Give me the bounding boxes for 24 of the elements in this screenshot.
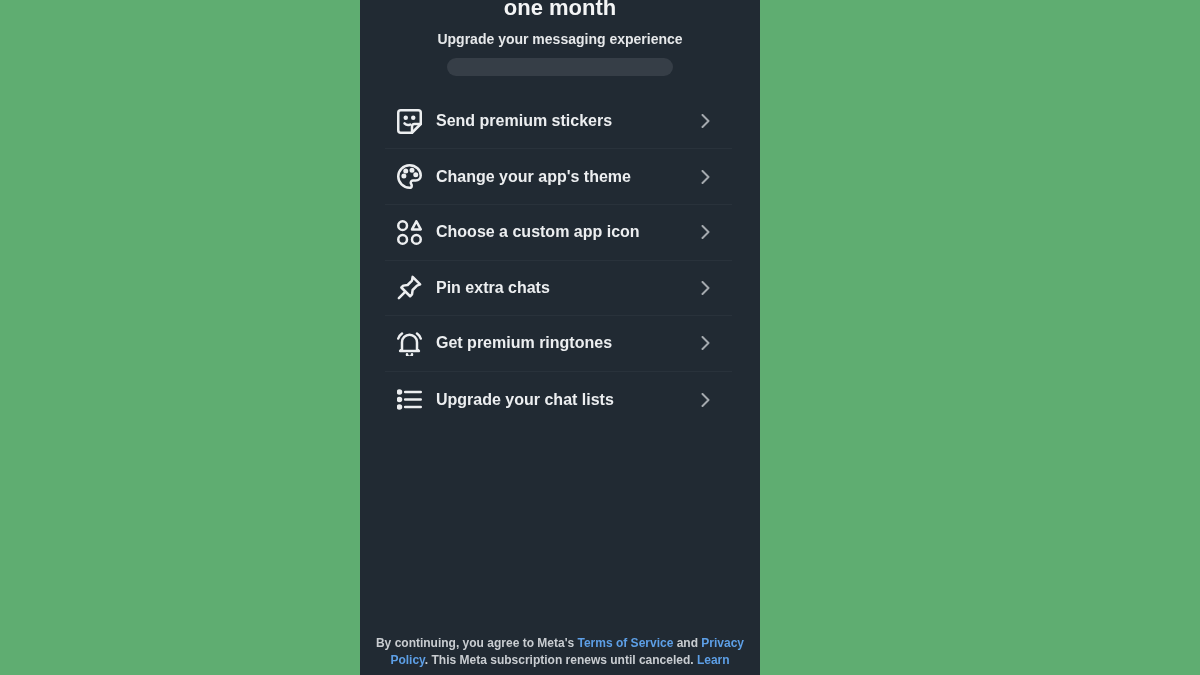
chevron-right-icon	[701, 114, 710, 129]
shapes-icon	[397, 219, 422, 245]
subtitle: Upgrade your messaging experience	[437, 31, 683, 48]
legal-link[interactable]: Terms of Service	[577, 636, 674, 650]
feature-row[interactable]: Upgrade your chat lists	[385, 371, 732, 428]
feature-row[interactable]: Choose a custom app icon	[385, 205, 732, 261]
palette-icon	[397, 164, 422, 190]
legal-text: By continuing, you agree to Meta's Terms of Service and Privacy Policy. This Meta subscription renews until canceled. Learn	[374, 635, 746, 669]
chevron-right-icon	[701, 280, 710, 295]
legal-link[interactable]: Learn	[696, 653, 730, 667]
list-icon	[397, 387, 422, 413]
legal-link[interactable]: Privacy	[701, 636, 745, 650]
pin-icon	[397, 275, 422, 301]
chevron-right-icon	[701, 169, 710, 184]
chevron-right-icon	[701, 225, 710, 240]
feature-row[interactable]: Get premium ringtones	[385, 316, 732, 372]
feature-row[interactable]: Pin extra chats	[385, 260, 732, 317]
chevron-right-icon	[701, 392, 710, 407]
feature-row[interactable]: Send premium stickers	[385, 93, 732, 150]
sticker-icon	[397, 108, 422, 134]
bell-icon	[397, 330, 422, 356]
legal-link[interactable]: Policy	[390, 653, 425, 667]
chevron-right-icon	[701, 336, 710, 351]
feature-row[interactable]: Change your app's theme	[385, 149, 732, 205]
